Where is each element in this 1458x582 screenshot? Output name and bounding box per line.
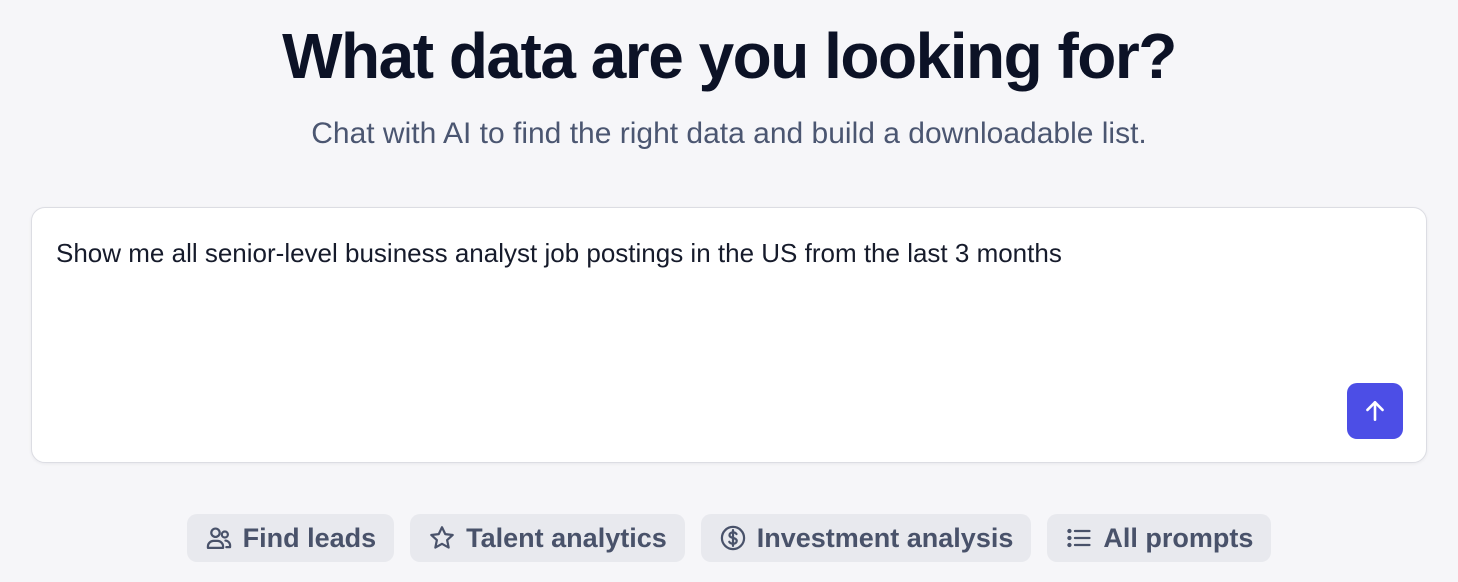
page-subtitle: Chat with AI to find the right data and … [311, 117, 1147, 150]
chip-all-prompts[interactable]: All prompts [1047, 514, 1272, 562]
dollar-circle-icon [719, 524, 747, 552]
chip-label: Find leads [242, 522, 377, 553]
star-icon [428, 524, 456, 552]
page-title: What data are you looking for? [282, 20, 1177, 92]
prompt-input[interactable]: Show me all senior-level business analys… [56, 236, 1356, 426]
users-icon [205, 524, 233, 552]
chip-find-leads[interactable]: Find leads [186, 514, 395, 562]
arrow-up-icon [1366, 401, 1384, 421]
send-button[interactable] [1347, 383, 1403, 439]
prompt-chips: Find leads Talent analytics Investment a… [0, 514, 1458, 562]
page: What data are you looking for? Chat with… [0, 0, 1458, 582]
chip-label: All prompts [1103, 522, 1254, 553]
chip-talent-analytics[interactable]: Talent analytics [410, 514, 685, 562]
list-icon [1065, 524, 1093, 552]
chip-investment-analysis[interactable]: Investment analysis [700, 514, 1032, 562]
chip-label: Investment analysis [756, 522, 1014, 553]
prompt-box: Show me all senior-level business analys… [31, 207, 1427, 463]
chip-label: Talent analytics [466, 522, 667, 553]
